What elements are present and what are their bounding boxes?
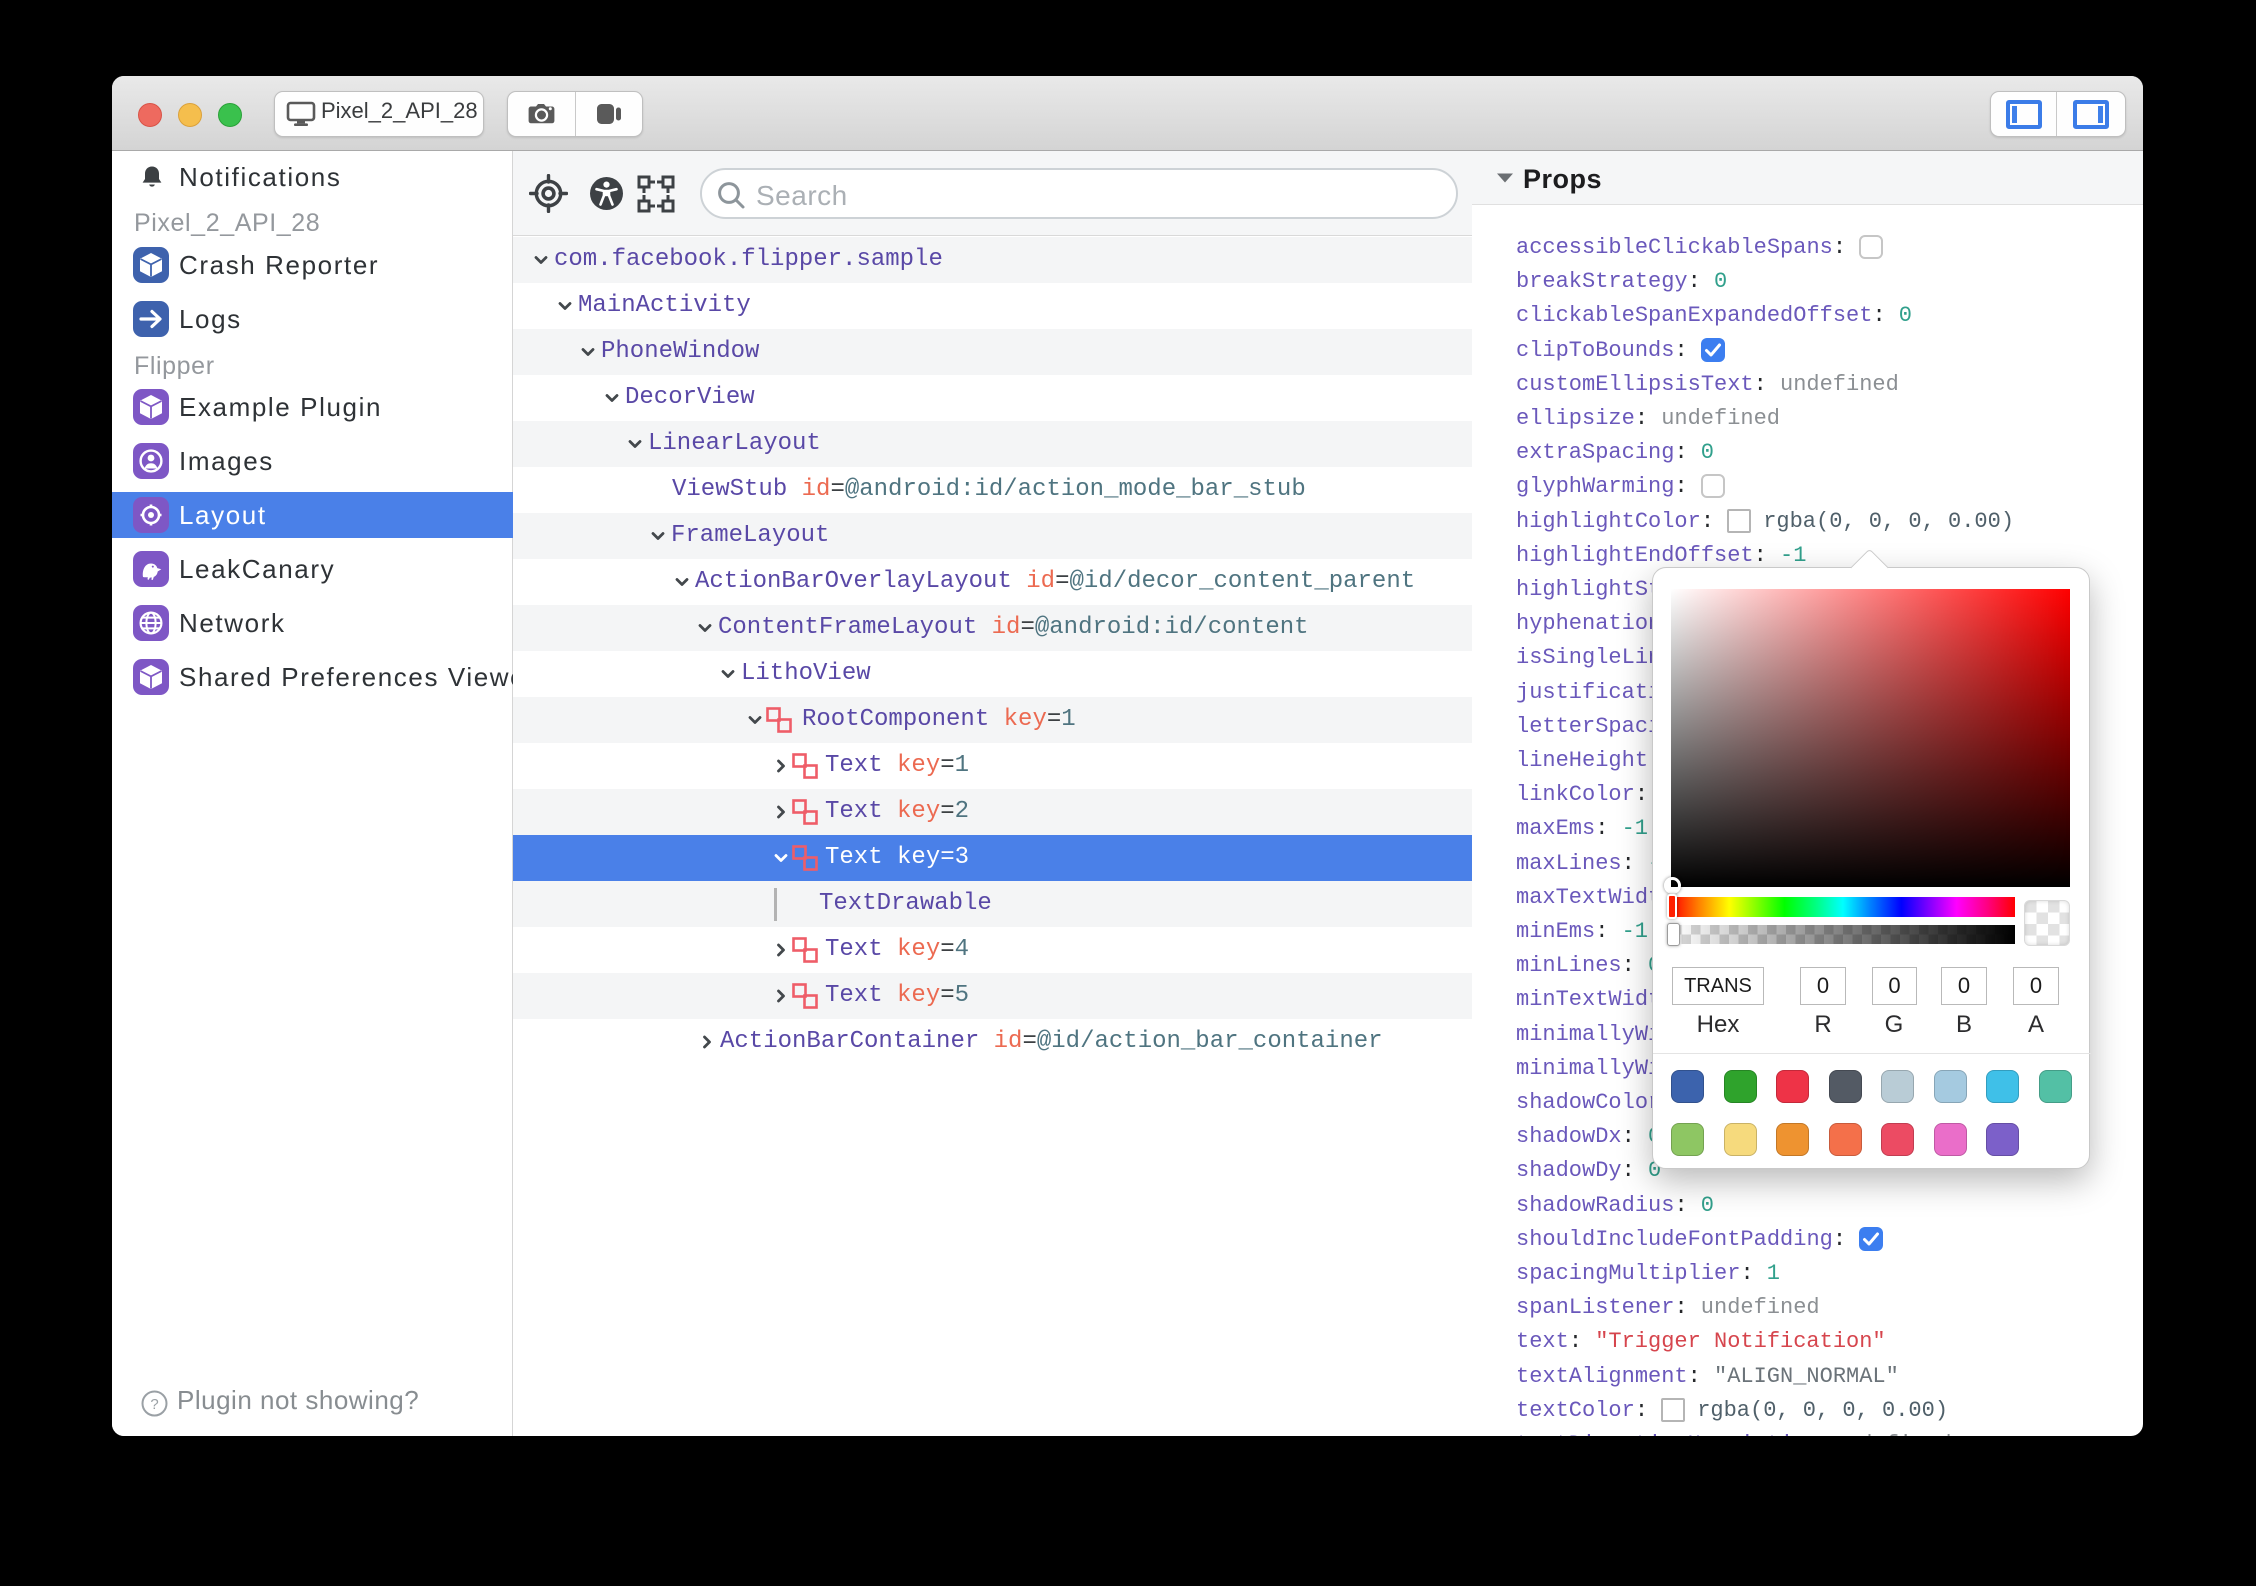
svg-text:?: ? — [150, 1396, 158, 1413]
